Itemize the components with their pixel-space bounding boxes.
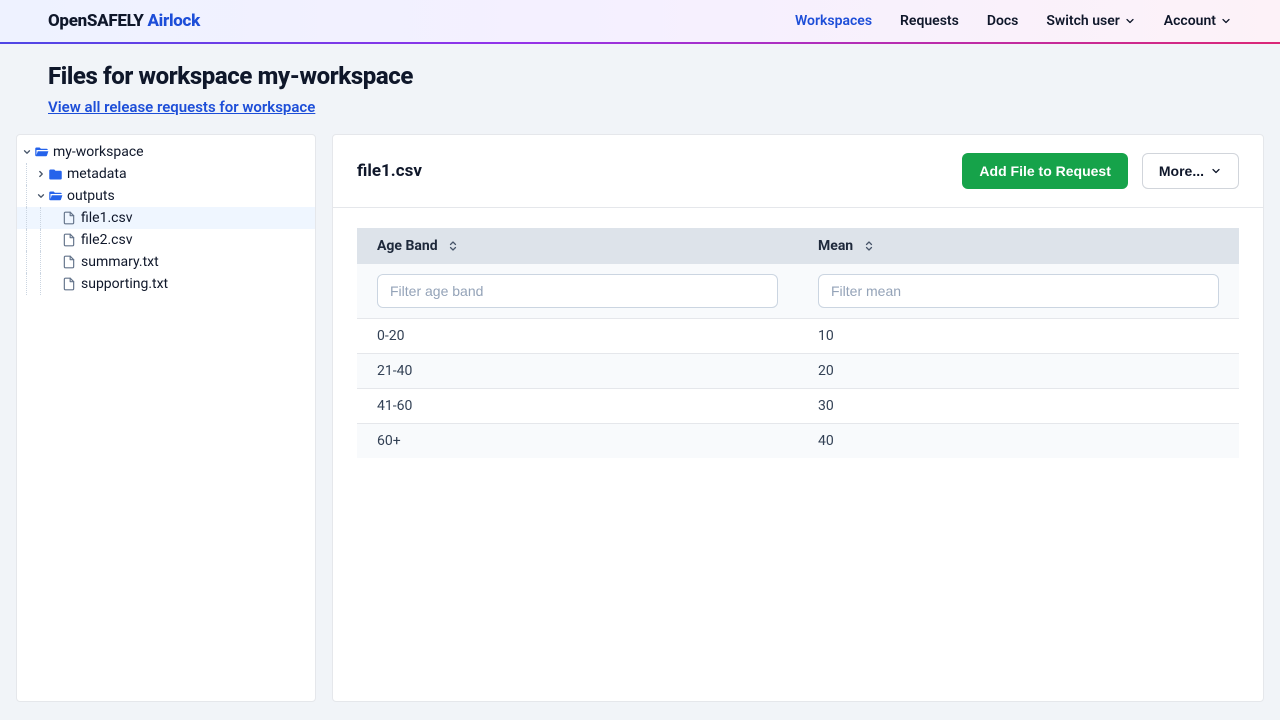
sort-icon: [863, 239, 875, 253]
data-table: Age Band Mean: [357, 228, 1239, 458]
file-icon: [61, 232, 77, 248]
tree-file-file1[interactable]: file1.csv: [17, 207, 315, 229]
tree-root[interactable]: my-workspace: [17, 141, 315, 163]
tree-file-supporting[interactable]: supporting.txt: [17, 273, 315, 295]
chevron-down-icon: [1220, 15, 1232, 27]
col-header-age-band[interactable]: Age Band: [357, 228, 798, 264]
nav-switch-user-label: Switch user: [1046, 13, 1119, 29]
tree-label: metadata: [67, 166, 127, 182]
col-header-label: Age Band: [377, 238, 438, 254]
tree-file-summary[interactable]: summary.txt: [17, 251, 315, 273]
brand-logo[interactable]: OpenSAFELY Airlock: [48, 11, 200, 31]
table-row: 0-20 10: [357, 319, 1239, 354]
tree-label: supporting.txt: [81, 276, 168, 292]
cell-age: 41-60: [357, 389, 798, 424]
table-wrap: Age Band Mean: [333, 208, 1263, 478]
col-header-label: Mean: [818, 238, 853, 254]
tree-file-file2[interactable]: file2.csv: [17, 229, 315, 251]
file-icon: [61, 276, 77, 292]
tree-label: summary.txt: [81, 254, 159, 270]
file-tree: my-workspace metadata: [16, 134, 316, 702]
tree-label: outputs: [67, 188, 115, 204]
top-nav: OpenSAFELY Airlock Workspaces Requests D…: [0, 0, 1280, 44]
cell-mean: 20: [798, 354, 1239, 389]
nav-links: Workspaces Requests Docs Switch user Acc…: [795, 13, 1232, 29]
add-file-to-request-button[interactable]: Add File to Request: [962, 153, 1127, 189]
brand-text-right: Airlock: [147, 11, 200, 31]
button-label: Add File to Request: [979, 163, 1110, 179]
table-row: 41-60 30: [357, 389, 1239, 424]
nav-docs-label: Docs: [987, 13, 1019, 29]
filter-age-band-input[interactable]: [377, 274, 778, 308]
folder-open-icon: [47, 188, 63, 204]
filter-mean-input[interactable]: [818, 274, 1219, 308]
nav-requests-label: Requests: [900, 13, 959, 29]
nav-docs[interactable]: Docs: [987, 13, 1019, 29]
table-row: 21-40 20: [357, 354, 1239, 389]
filter-row: [357, 264, 1239, 319]
sort-icon: [447, 239, 459, 253]
main-layout: my-workspace metadata: [0, 134, 1280, 718]
cell-mean: 30: [798, 389, 1239, 424]
more-button[interactable]: More...: [1142, 153, 1239, 189]
content-actions: Add File to Request More...: [962, 153, 1239, 189]
nav-switch-user[interactable]: Switch user: [1046, 13, 1135, 29]
nav-workspaces-label: Workspaces: [795, 13, 872, 29]
nav-requests[interactable]: Requests: [900, 13, 959, 29]
brand-text-left: OpenSAFELY: [48, 11, 147, 31]
chevron-down-icon: [1124, 15, 1136, 27]
cell-age: 60+: [357, 424, 798, 459]
table-row: 60+ 40: [357, 424, 1239, 459]
cell-mean: 10: [798, 319, 1239, 354]
nav-workspaces[interactable]: Workspaces: [795, 13, 872, 29]
file-icon: [61, 254, 77, 270]
cell-age: 21-40: [357, 354, 798, 389]
cell-mean: 40: [798, 424, 1239, 459]
file-icon: [61, 210, 77, 226]
chevron-right-icon: [35, 169, 47, 179]
view-all-requests-link[interactable]: View all release requests for workspace: [48, 98, 315, 116]
folder-icon: [47, 166, 63, 182]
button-label: More...: [1159, 163, 1204, 179]
folder-open-icon: [33, 144, 49, 160]
chevron-down-icon: [1210, 165, 1222, 177]
chevron-down-icon: [35, 191, 47, 201]
content-header: file1.csv Add File to Request More...: [333, 135, 1263, 208]
page-header: Files for workspace my-workspace View al…: [0, 44, 1280, 134]
chevron-down-icon: [21, 147, 33, 157]
page-title: Files for workspace my-workspace: [48, 62, 1232, 90]
tree-label: file1.csv: [81, 210, 132, 226]
cell-age: 0-20: [357, 319, 798, 354]
tree-label: my-workspace: [53, 144, 144, 160]
nav-account-label: Account: [1164, 13, 1216, 29]
tree-folder-outputs[interactable]: outputs: [17, 185, 315, 207]
content-panel: file1.csv Add File to Request More...: [332, 134, 1264, 702]
col-header-mean[interactable]: Mean: [798, 228, 1239, 264]
tree-folder-metadata[interactable]: metadata: [17, 163, 315, 185]
tree-label: file2.csv: [81, 232, 132, 248]
file-title: file1.csv: [357, 161, 422, 181]
nav-account[interactable]: Account: [1164, 13, 1232, 29]
